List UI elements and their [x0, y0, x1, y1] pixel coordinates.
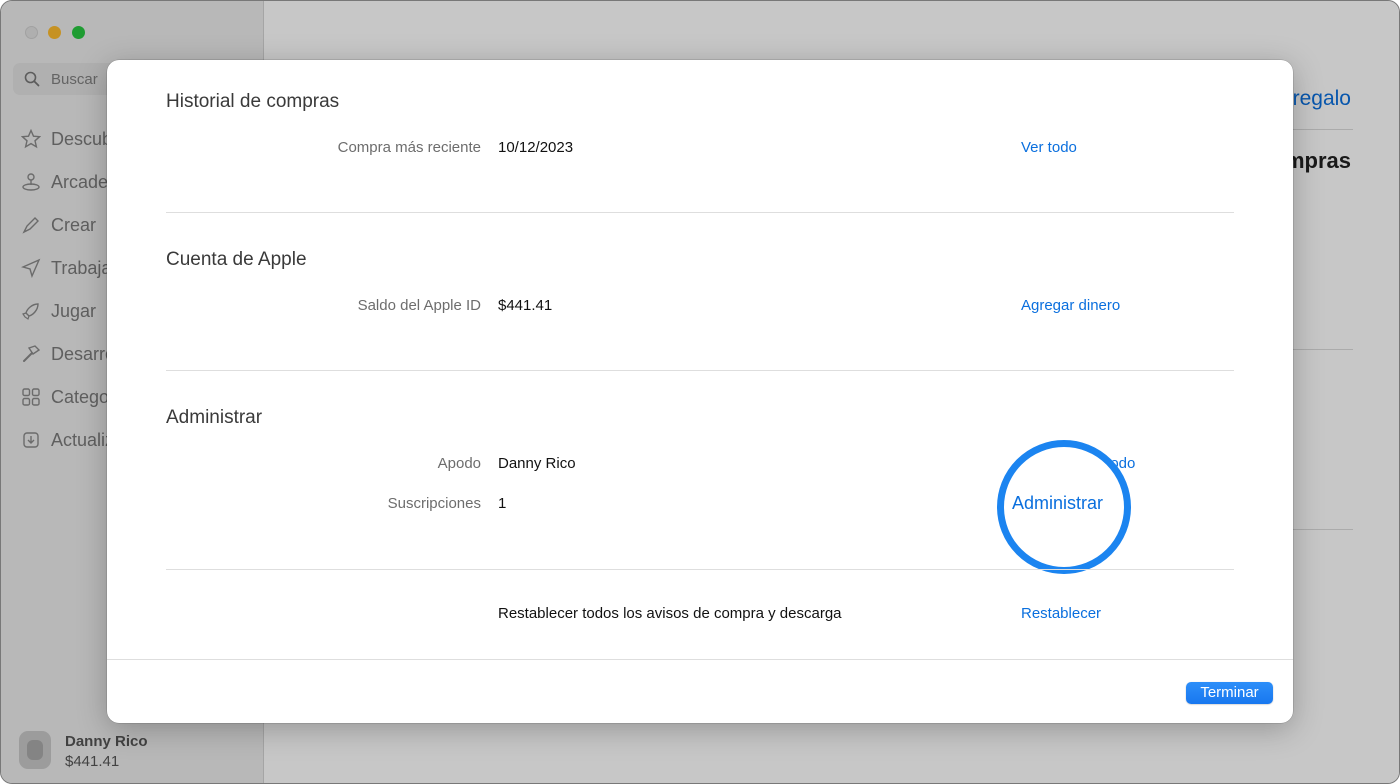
divider	[166, 370, 1234, 371]
divider	[166, 569, 1234, 570]
section-title-manage: Administrar	[166, 407, 263, 428]
row-label: Compra más reciente	[337, 139, 481, 156]
account-settings-dialog: Historial de compras Compra más reciente…	[107, 60, 1293, 723]
row-value: Danny Rico	[498, 455, 576, 472]
manage-subscriptions-link[interactable]: Administrar	[1012, 493, 1103, 514]
divider	[166, 212, 1234, 213]
add-money-link[interactable]: Agregar dinero	[1021, 297, 1120, 314]
row-label: Saldo del Apple ID	[357, 297, 481, 314]
see-all-link[interactable]: Ver todo	[1021, 139, 1077, 156]
row-label: Suscripciones	[387, 495, 481, 512]
done-button[interactable]: Terminar	[1186, 682, 1273, 704]
row-value: 1	[498, 495, 507, 512]
row-value: $441.41	[498, 297, 553, 314]
row-value: 10/12/2023	[498, 139, 574, 156]
section-title-apple-account: Cuenta de Apple	[166, 249, 307, 270]
reset-warnings-text: Restablecer todos los avisos de compra y…	[498, 605, 842, 622]
reset-link[interactable]: Restablecer	[1021, 605, 1101, 622]
row-label: Apodo	[437, 455, 481, 472]
section-title-purchase-history: Historial de compras	[166, 91, 340, 112]
footer-divider	[107, 659, 1293, 660]
